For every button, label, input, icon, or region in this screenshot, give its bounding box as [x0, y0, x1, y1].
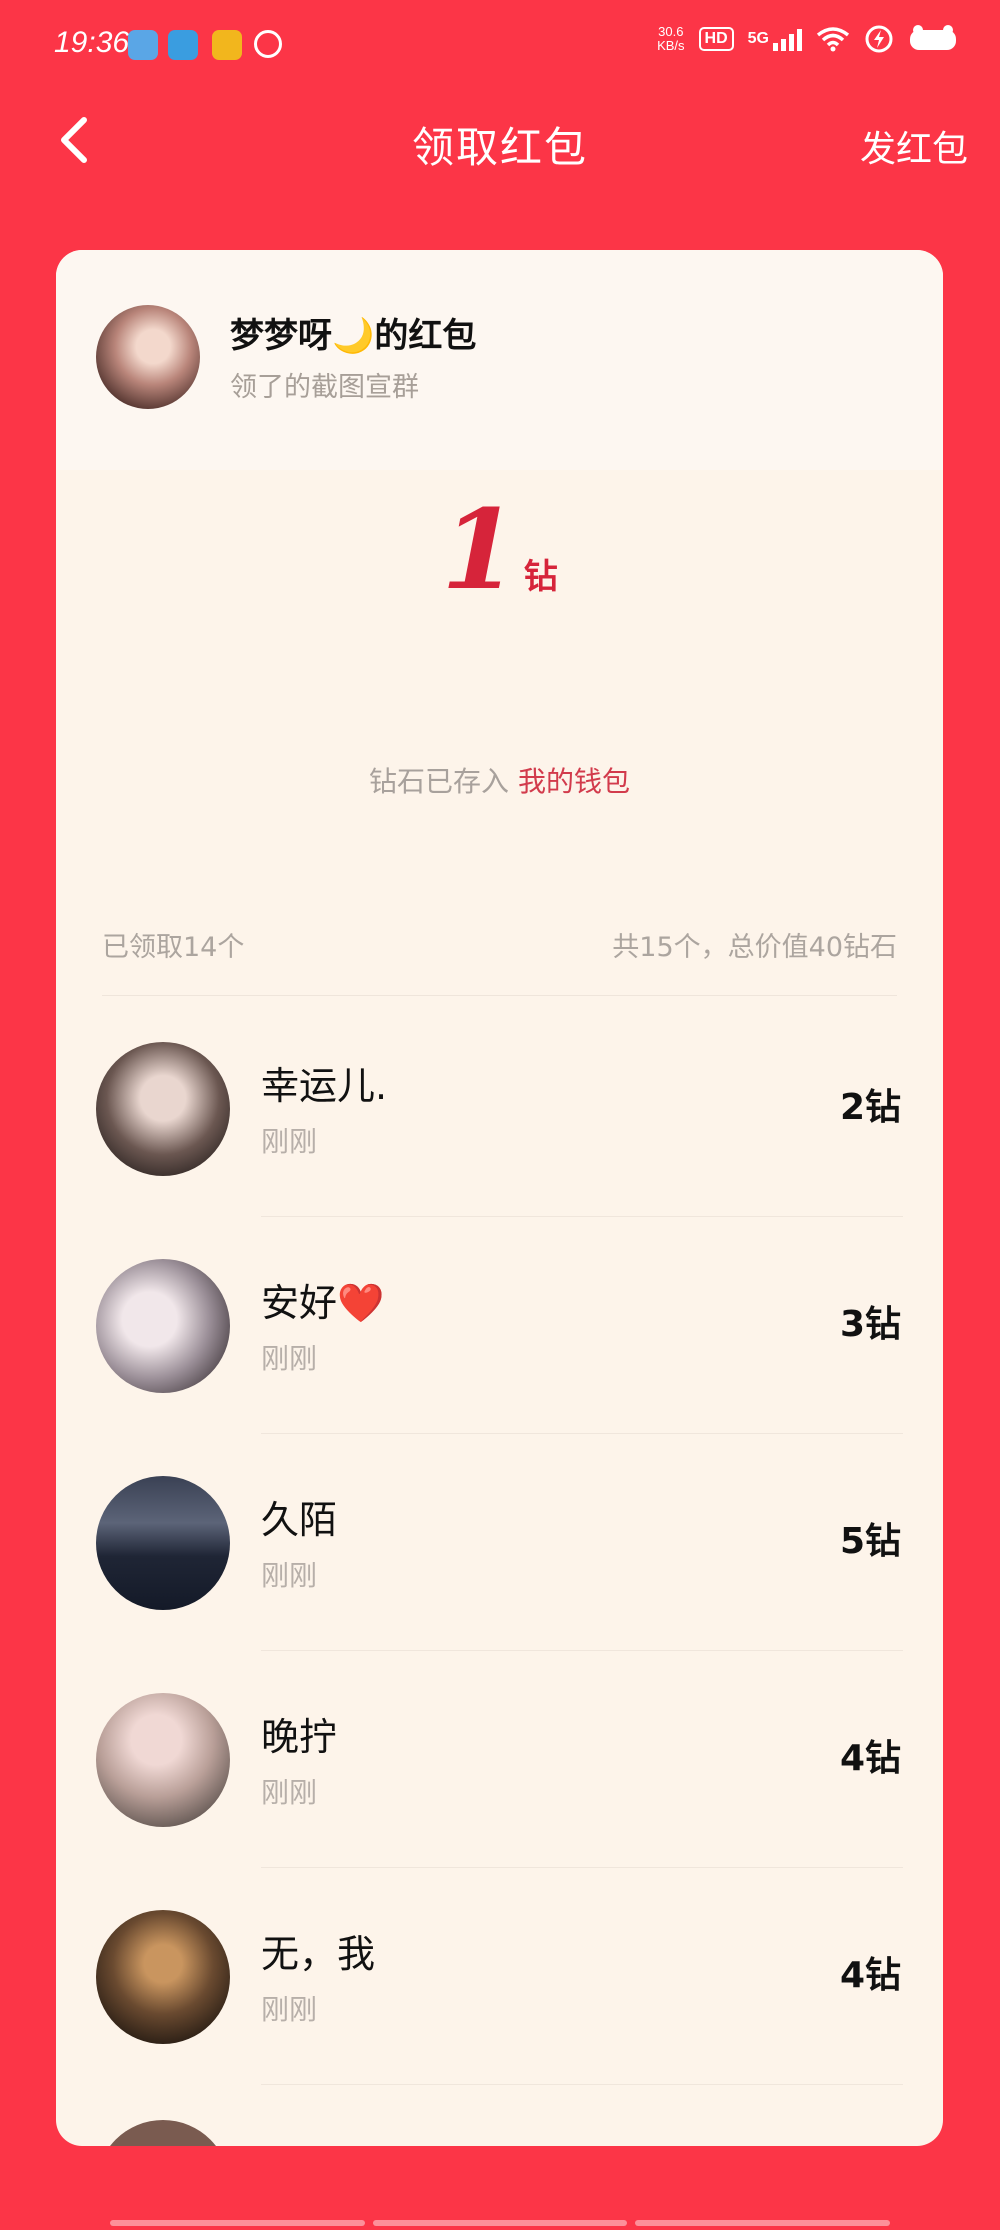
signal-icon	[773, 27, 802, 51]
received-amount: 1钻	[56, 485, 943, 614]
recipient-row[interactable]: 安好❤️ 刚刚 3钻	[56, 1217, 943, 1434]
recipient-name: 幸运儿.	[261, 1064, 388, 1108]
telegram-notification-icon	[168, 30, 198, 60]
claim-time: 刚刚	[261, 1125, 318, 1158]
claim-time: 刚刚	[261, 1776, 318, 1809]
hd-icon: HD	[698, 27, 734, 51]
status-time: 19:36	[54, 26, 130, 59]
recipient-avatar	[96, 2120, 230, 2146]
claim-time: 刚刚	[261, 1993, 318, 2026]
claimed-count: 已领取14个	[102, 932, 245, 963]
recipient-name: 晚拧	[261, 1715, 338, 1759]
claim-amount: 4钻	[839, 1955, 901, 1996]
recipient-row[interactable]: 晚拧 刚刚 4钻	[56, 1651, 943, 1868]
claim-time: 刚刚	[261, 1559, 318, 1592]
saved-notice: 钻石已存入 我的钱包	[56, 760, 943, 800]
claim-amount: 2钻	[839, 1087, 901, 1128]
wifi-icon	[816, 27, 850, 52]
recipient-name: 安好❤️	[261, 1281, 385, 1325]
recipient-row[interactable]: 久陌 刚刚 5钻	[56, 1434, 943, 1651]
battery-icon	[910, 25, 956, 50]
sender-name: 梦梦呀🌙的红包	[230, 316, 477, 356]
claim-amount: 4钻	[839, 1738, 901, 1779]
recipient-avatar	[96, 1693, 230, 1827]
home-indicator	[110, 2220, 891, 2226]
claim-amount: 3钻	[839, 1304, 901, 1345]
amount-unit: 钻	[523, 557, 558, 597]
network-speed: 30.6 KB/s	[657, 24, 685, 53]
amount-value: 1	[441, 485, 518, 614]
recipient-avatar	[96, 1259, 230, 1393]
divider	[102, 995, 897, 996]
recipient-row[interactable]: 幸运儿. 刚刚 2钻	[56, 1000, 943, 1217]
network-type-label: 5G	[747, 30, 769, 47]
packet-total: 共15个，总价值40钻石	[612, 932, 897, 963]
recipient-row[interactable]: 无，我 刚刚 4钻	[56, 1868, 943, 2085]
sender-avatar[interactable]	[96, 305, 200, 409]
saved-notice-text: 钻石已存入	[369, 765, 518, 798]
claim-time: 刚刚	[261, 1342, 318, 1375]
recipient-avatar	[96, 1476, 230, 1610]
link-notification-icon	[254, 30, 282, 58]
recipient-avatar	[96, 1042, 230, 1176]
packet-message: 领了的截图宣群	[230, 372, 419, 403]
red-packet-card: 梦梦呀🌙的红包 领了的截图宣群 1钻 钻石已存入 我的钱包 已领取14个 共15…	[56, 250, 943, 2146]
nav-bar: 领取红包 发红包	[0, 90, 1000, 220]
shopping-notification-icon	[212, 30, 242, 60]
send-red-packet-button[interactable]: 发红包	[860, 120, 968, 172]
claim-amount: 5钻	[839, 1521, 901, 1562]
status-bar: 19:36 30.6 KB/s HD 5G	[0, 0, 1000, 90]
recipient-list: 幸运儿. 刚刚 2钻 安好❤️ 刚刚 3钻 久陌 刚刚 5钻 晚拧 刚刚 4钻	[56, 1000, 943, 2085]
recipient-avatar	[96, 1910, 230, 2044]
divider	[261, 2084, 903, 2085]
app-notification-icon	[128, 30, 158, 60]
recipient-name: 久陌	[261, 1498, 338, 1542]
page-title: 领取红包	[411, 123, 588, 172]
battery-saver-icon	[865, 25, 893, 53]
recipient-name: 无，我	[261, 1932, 376, 1976]
my-wallet-link[interactable]: 我的钱包	[518, 765, 630, 798]
